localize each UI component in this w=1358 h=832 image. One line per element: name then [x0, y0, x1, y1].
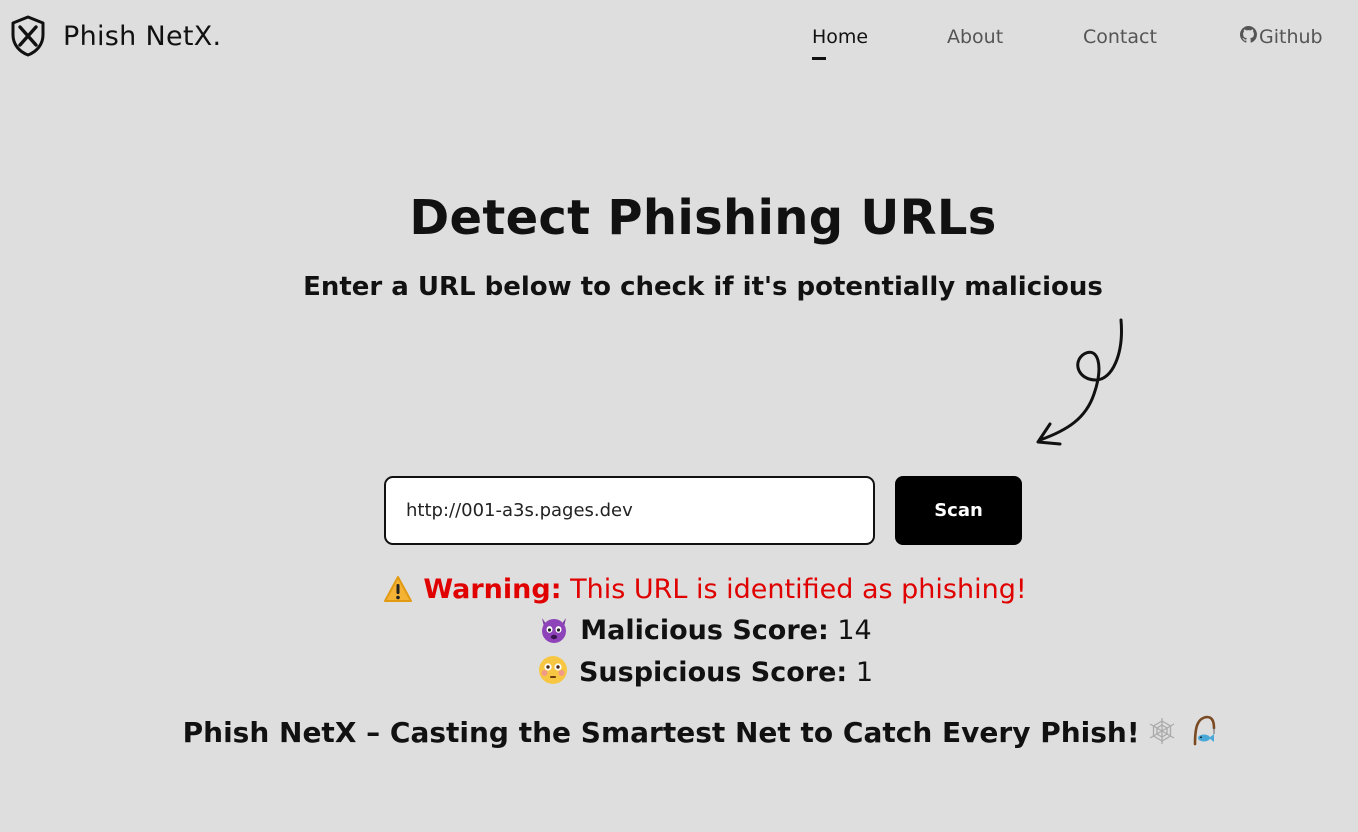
main-nav: Home About Contact Github — [0, 26, 1358, 66]
spider-web-icon — [1146, 718, 1188, 753]
tagline: Phish NetX – Casting the Smartest Net to… — [0, 714, 1358, 753]
nav-home[interactable]: Home — [812, 26, 869, 60]
warning-message: Warning: This URL is identified as phish… — [0, 574, 1358, 610]
nav-contact[interactable]: Contact — [1083, 26, 1157, 48]
page: Phish NetX. Home About Contact Github De… — [0, 0, 1358, 832]
nav-about-label: About — [947, 26, 1004, 48]
suspicious-score: Suspicious Score: 1 — [0, 654, 1358, 693]
active-indicator — [812, 57, 826, 60]
suspicious-label: Suspicious Score: — [578, 657, 848, 688]
malicious-label: Malicious Score: — [580, 615, 829, 646]
devil-face-icon — [538, 614, 570, 651]
scan-button[interactable]: Scan — [895, 476, 1022, 545]
warning-label: Warning: — [423, 574, 562, 605]
curly-arrow-icon — [1036, 318, 1123, 446]
nav-about[interactable]: About — [947, 26, 1003, 48]
suspicious-value: 1 — [855, 657, 874, 688]
malicious-value: 14 — [837, 615, 872, 646]
warning-text: This URL is identified as phishing! — [570, 574, 1027, 605]
nav-home-label: Home — [812, 26, 869, 48]
nav-github[interactable]: Github — [1240, 26, 1323, 48]
tagline-text: Phish NetX – Casting the Smartest Net to… — [182, 716, 1140, 749]
malicious-score: Malicious Score: 14 — [0, 614, 1358, 651]
url-input[interactable] — [384, 476, 875, 545]
nav-contact-label: Contact — [1083, 26, 1157, 48]
github-icon — [1240, 26, 1259, 48]
warning-icon — [383, 575, 413, 610]
page-title: Detect Phishing URLs — [409, 190, 997, 246]
flushed-face-icon — [537, 654, 569, 693]
fishing-icon — [1187, 715, 1217, 753]
nav-github-label: Github — [1259, 26, 1323, 48]
page-subtitle: Enter a URL below to check if it's poten… — [303, 272, 1103, 302]
